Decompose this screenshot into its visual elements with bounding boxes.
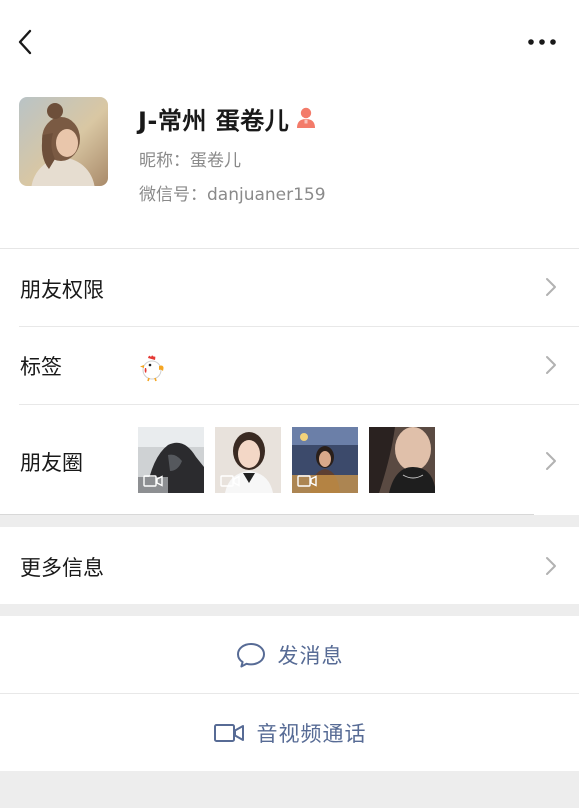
chevron-right-icon [546, 278, 556, 296]
name-row: J-常州 蛋卷儿 [138, 100, 317, 136]
info-list: 朋友权限 标签 朋友圈 [0, 249, 579, 515]
avatar[interactable] [19, 97, 108, 186]
nickname: 昵称：蛋卷儿 [139, 151, 241, 171]
row-label: 朋友权限 [20, 278, 104, 302]
chevron-right-icon [546, 356, 556, 374]
chevron-right-icon [546, 452, 556, 470]
chevron-right-icon [546, 557, 556, 575]
video-camera-icon [143, 475, 163, 487]
female-icon [297, 107, 316, 128]
video-call-label: 音视频通话 [256, 721, 367, 746]
video-camera-icon [213, 723, 244, 742]
row-friend-permissions[interactable]: 朋友权限 [0, 249, 579, 326]
moment-thumb-1[interactable] [138, 427, 204, 493]
row-tags[interactable]: 标签 [0, 327, 579, 404]
video-call-button[interactable]: 音视频通话 [0, 694, 579, 771]
chevron-left-icon[interactable] [14, 28, 38, 56]
video-camera-icon [297, 475, 317, 487]
row-label: 标签 [20, 355, 62, 379]
rooster-emoji-icon [140, 355, 164, 382]
chat-bubble-icon [236, 642, 265, 667]
section-gap [0, 604, 579, 616]
profile-header: J-常州 蛋卷儿 昵称：蛋卷儿 微信号：danjuaner159 [0, 82, 579, 248]
moment-thumb-4-image [369, 427, 435, 493]
display-name: J-常州 蛋卷儿 [138, 106, 290, 135]
top-bar [0, 0, 579, 82]
section-gap [0, 515, 579, 527]
moment-thumb-3[interactable] [292, 427, 358, 493]
send-message-button[interactable]: 发消息 [0, 616, 579, 693]
wechat-id: 微信号：danjuaner159 [139, 185, 326, 205]
row-more-info[interactable]: 更多信息 [0, 527, 579, 604]
row-label: 朋友圈 [20, 451, 83, 475]
more-dots-icon[interactable] [527, 32, 557, 52]
moment-thumb-2[interactable] [215, 427, 281, 493]
moments-thumbnails [138, 427, 435, 493]
row-label: 更多信息 [20, 556, 104, 580]
send-message-label: 发消息 [277, 643, 344, 668]
moment-thumb-4[interactable] [369, 427, 435, 493]
video-camera-icon [220, 475, 240, 487]
